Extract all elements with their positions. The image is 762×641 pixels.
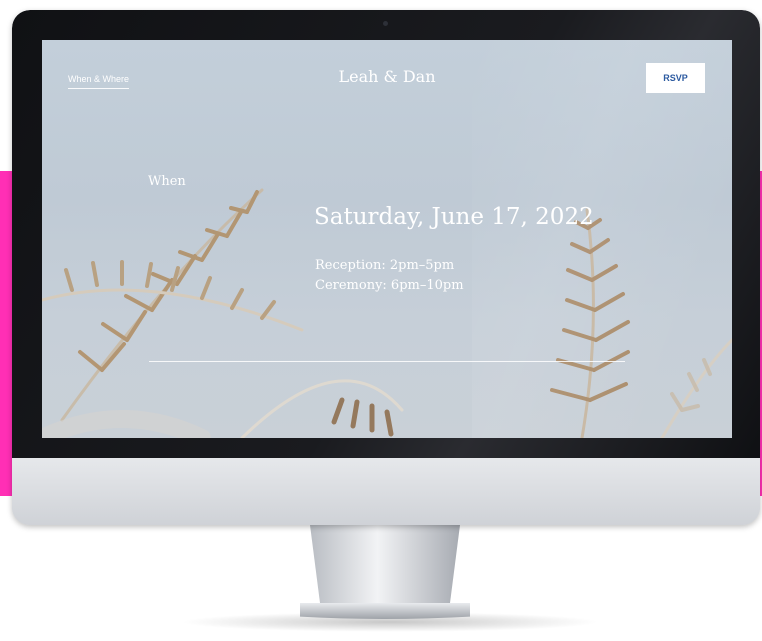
- section-divider: [149, 361, 625, 362]
- section-label: When: [148, 174, 186, 189]
- rsvp-button[interactable]: RSVP: [646, 63, 705, 93]
- monitor-stand: [300, 525, 470, 619]
- event-date: Saturday, June 17, 2022: [314, 204, 594, 230]
- reception-time: Reception: 2pm–5pm: [315, 258, 455, 273]
- screen: When & Where Leah & Dan RSVP When Saturd…: [42, 40, 732, 438]
- site-title: Leah & Dan: [338, 67, 436, 86]
- ceremony-time: Ceremony: 6pm–10pm: [315, 278, 464, 293]
- camera-icon: [383, 21, 388, 26]
- monitor-chin: [12, 458, 760, 525]
- monitor: When & Where Leah & Dan RSVP When Saturd…: [12, 10, 760, 525]
- monitor-bezel: When & Where Leah & Dan RSVP When Saturd…: [12, 10, 760, 458]
- screen-glare: [472, 40, 732, 438]
